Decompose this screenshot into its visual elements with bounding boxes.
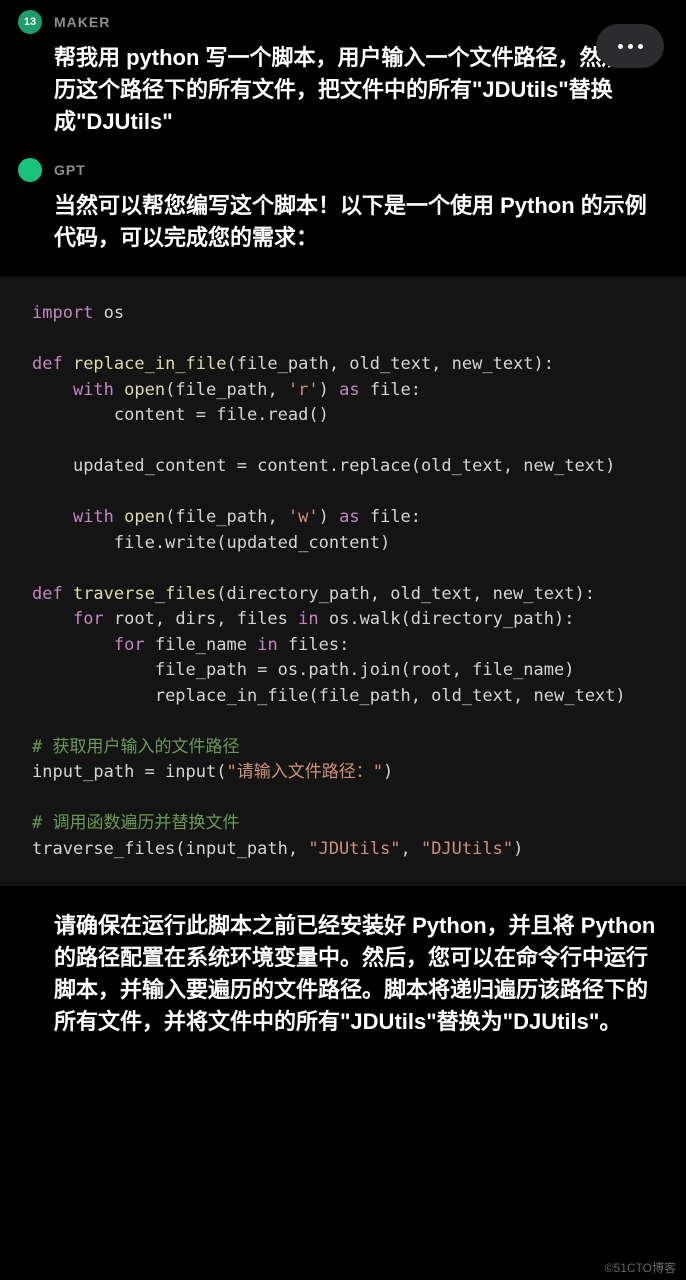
code-keyword: as [339,380,359,400]
code-comment: # 调用函数遍历并替换文件 [32,813,239,833]
code-text: file: [360,380,421,400]
code-text: ) [319,507,339,527]
dot-icon [638,44,643,49]
code-text: os [93,303,124,323]
code-function: traverse_files [63,584,217,604]
code-keyword: for [32,609,104,629]
code-text: files: [278,635,350,655]
code-text: content = file.read() [32,405,329,425]
code-text: file: [360,507,421,527]
code-keyword: as [339,507,359,527]
code-text: (file_path, [165,380,288,400]
code-string: 'r' [288,380,319,400]
code-text: ) [383,762,393,782]
code-text: , [400,839,420,859]
code-string: "DJUtils" [421,839,513,859]
code-text: file_name [145,635,258,655]
gpt-label: GPT [54,162,86,178]
code-text: os.walk(directory_path): [319,609,575,629]
code-text: (file_path, old_text, new_text): [226,354,554,374]
code-text: file.write(updated_content) [32,533,390,553]
code-text: ) [513,839,523,859]
maker-avatar: 13 [18,10,42,34]
code-text: file_path = os.path.join(root, file_name… [32,660,574,680]
gpt-intro-text: 当然可以帮您编写这个脚本！以下是一个使用 Python 的示例代码，可以完成您的… [18,190,666,254]
gpt-outro-text: 请确保在运行此脚本之前已经安装好 Python，并且将 Python 的路径配置… [18,910,666,1038]
code-function: open [114,380,165,400]
code-text: replace_in_file(file_path, old_text, new… [32,686,626,706]
code-keyword: in [298,609,318,629]
dot-icon [628,44,633,49]
dot-icon [618,44,623,49]
code-keyword: with [32,380,114,400]
gpt-avatar [18,158,42,182]
code-comment: # 获取用户输入的文件路径 [32,737,239,757]
gpt-outro: 请确保在运行此脚本之前已经安装好 Python，并且将 Python 的路径配置… [0,900,686,1048]
code-text: (file_path, [165,507,288,527]
code-text: ) [319,380,339,400]
more-button[interactable] [596,24,664,68]
code-text: updated_content = content.replace(old_te… [32,456,615,476]
code-text: traverse_files(input_path, [32,839,308,859]
code-function: replace_in_file [63,354,227,374]
gpt-message: GPT 当然可以帮您编写这个脚本！以下是一个使用 Python 的示例代码，可以… [0,148,686,264]
code-text: (directory_path, old_text, new_text): [216,584,595,604]
code-keyword: import [32,303,93,323]
code-string: "请输入文件路径：" [226,762,382,782]
code-keyword: in [257,635,277,655]
code-keyword: for [32,635,145,655]
maker-message-text: 帮我用 python 写一个脚本，用户输入一个文件路径，然后遍历这个路径下的所有… [18,42,666,138]
message-header: GPT [18,158,666,182]
message-header: 13 MAKER [18,10,666,34]
code-keyword: def [32,354,63,374]
code-string: 'w' [288,507,319,527]
code-text: input_path = input( [32,762,226,782]
code-string: "JDUtils" [308,839,400,859]
maker-message: 13 MAKER 帮我用 python 写一个脚本，用户输入一个文件路径，然后遍… [0,0,686,148]
code-keyword: with [32,507,114,527]
watermark: ©51CTO博客 [605,1259,676,1276]
code-function: open [114,507,165,527]
code-keyword: def [32,584,63,604]
code-text: root, dirs, files [104,609,298,629]
maker-label: MAKER [54,14,110,30]
code-block[interactable]: import os def replace_in_file(file_path,… [0,277,686,886]
